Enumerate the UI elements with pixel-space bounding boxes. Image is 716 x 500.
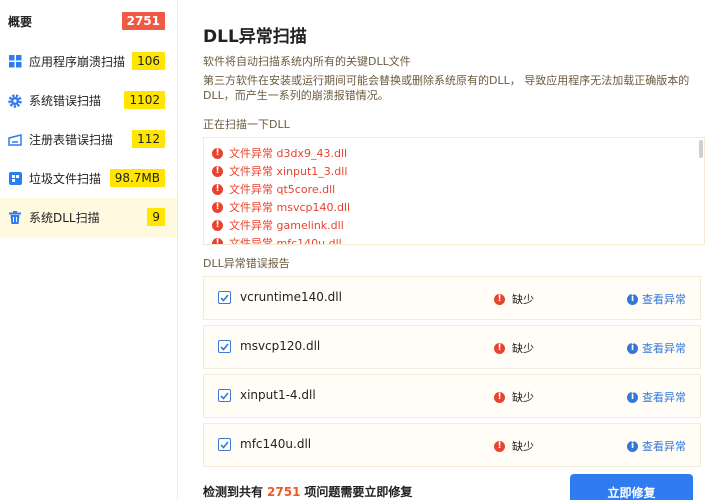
dll-name: vcruntime140.dll	[240, 290, 342, 304]
missing-status: ! 缺少	[494, 291, 534, 307]
grid-icon	[8, 55, 22, 69]
issue-summary: 检测到共有 2751 项问题需要立即修复	[203, 483, 412, 500]
error-icon: !	[212, 147, 223, 159]
report-row: mfc140u.dll ! 缺少 i 查看异常	[203, 423, 701, 467]
scan-log-item: ! 文件异常 gamelink.dll	[212, 216, 350, 234]
view-issue-label: 查看异常	[642, 342, 686, 355]
scan-log-box[interactable]: ! 文件异常 d3dx9_43.dll ! 文件异常 xinput1_3.dll…	[203, 137, 705, 245]
scan-log-prefix: 文件异常	[229, 201, 273, 214]
error-icon: !	[212, 237, 223, 244]
registry-count-badge: 112	[132, 130, 165, 148]
view-issue-label: 查看异常	[642, 293, 686, 306]
error-icon: !	[212, 201, 223, 213]
missing-label: 缺少	[512, 342, 534, 355]
view-issue-link[interactable]: i 查看异常	[627, 291, 686, 307]
view-issue-label: 查看异常	[642, 391, 686, 404]
sidebar-item-system-dll[interactable]: 系统DLL扫描 9	[0, 198, 177, 237]
summary-prefix: 检测到共有	[203, 485, 264, 499]
row-checkbox[interactable]	[218, 291, 231, 304]
overview-count-badge: 2751	[121, 12, 165, 30]
sidebar: 概要 2751 应用程序崩溃扫描 106 系统错误扫描 1102 注册表错误扫描…	[0, 0, 178, 500]
summary-suffix: 项问题需要立即修复	[304, 485, 413, 499]
app-crash-count-badge: 106	[132, 52, 165, 70]
sidebar-item-system-error[interactable]: 系统错误扫描 1102	[0, 81, 177, 120]
scan-log-prefix: 文件异常	[229, 219, 273, 232]
view-issue-link[interactable]: i 查看异常	[627, 389, 686, 405]
scan-log-item: ! 文件异常 d3dx9_43.dll	[212, 144, 350, 162]
scan-log-prefix: 文件异常	[229, 165, 273, 178]
system-error-count-badge: 1102	[124, 91, 165, 109]
report-row: vcruntime140.dll ! 缺少 i 查看异常	[203, 276, 701, 320]
system-dll-count-badge: 9	[147, 208, 165, 226]
scan-log-file: mfc140u.dll	[276, 236, 342, 245]
scan-log-file: xinput1_3.dll	[276, 164, 348, 178]
scan-log-prefix: 文件异常	[229, 183, 273, 196]
scan-log-item: ! 文件异常 xinput1_3.dll	[212, 162, 350, 180]
error-icon: !	[494, 391, 505, 403]
scan-log-item: ! 文件异常 mfc140u.dll	[212, 234, 350, 245]
scrollbar-thumb[interactable]	[699, 140, 703, 158]
view-issue-link[interactable]: i 查看异常	[627, 340, 686, 356]
scan-log-list: ! 文件异常 d3dx9_43.dll ! 文件异常 xinput1_3.dll…	[212, 144, 350, 245]
description-line: 软件将自动扫描系统内所有的关键DLL文件	[203, 55, 411, 68]
scan-log-item: ! 文件异常 qt5core.dll	[212, 180, 350, 198]
page-title: DLL异常扫描	[203, 27, 307, 47]
main-panel: DLL异常扫描 软件将自动扫描系统内所有的关键DLL文件 第三方软件在安装或运行…	[178, 0, 716, 500]
error-icon: !	[212, 183, 223, 195]
info-icon: i	[627, 293, 638, 305]
registry-icon	[8, 133, 22, 147]
row-checkbox[interactable]	[218, 438, 231, 451]
junk-files-size-badge: 98.7MB	[109, 169, 165, 187]
info-icon: i	[627, 440, 638, 452]
error-icon: !	[494, 293, 505, 305]
row-checkbox[interactable]	[218, 389, 231, 402]
junk-icon	[8, 172, 22, 186]
missing-label: 缺少	[512, 391, 534, 404]
view-issue-link[interactable]: i 查看异常	[627, 438, 686, 454]
report-row: msvcp120.dll ! 缺少 i 查看异常	[203, 325, 701, 369]
sidebar-item-junk-files[interactable]: 垃圾文件扫描 98.7MB	[0, 159, 177, 198]
info-icon: i	[627, 391, 638, 403]
description-line: 第三方软件在安装或运行期间可能会替换或删除系统原有的DLL， 导致应用程序无法加…	[203, 74, 690, 102]
sidebar-item-app-crash[interactable]: 应用程序崩溃扫描 106	[0, 42, 177, 81]
scan-log-item: ! 文件异常 msvcp140.dll	[212, 198, 350, 216]
dll-name: msvcp120.dll	[240, 339, 321, 353]
trash-icon	[8, 211, 22, 225]
gear-icon	[8, 93, 22, 108]
scan-log-scrollbar[interactable]	[699, 140, 703, 242]
report-list: vcruntime140.dll ! 缺少 i 查看异常 msvcp120.dl…	[203, 276, 701, 472]
scan-log-file: gamelink.dll	[276, 218, 344, 232]
fix-now-button[interactable]: 立即修复	[570, 474, 693, 500]
scan-log-prefix: 文件异常	[229, 147, 273, 160]
description: 软件将自动扫描系统内所有的关键DLL文件 第三方软件在安装或运行期间可能会替换或…	[203, 54, 693, 107]
report-label: DLL异常错误报告	[203, 257, 290, 270]
missing-label: 缺少	[512, 440, 534, 453]
info-icon: i	[627, 342, 638, 354]
missing-status: ! 缺少	[494, 438, 534, 454]
scanning-label: 正在扫描一下DLL	[203, 118, 290, 131]
error-icon: !	[212, 165, 223, 177]
view-issue-label: 查看异常	[642, 440, 686, 453]
row-checkbox[interactable]	[218, 340, 231, 353]
error-icon: !	[212, 219, 223, 231]
missing-status: ! 缺少	[494, 389, 534, 405]
scan-log-file: msvcp140.dll	[276, 200, 351, 214]
scan-log-file: d3dx9_43.dll	[276, 146, 348, 160]
dll-name: mfc140u.dll	[240, 437, 312, 451]
sidebar-item-overview[interactable]: 概要 2751	[0, 0, 177, 42]
scan-log-prefix: 文件异常	[229, 237, 273, 245]
missing-status: ! 缺少	[494, 340, 534, 356]
dll-name: xinput1-4.dll	[240, 388, 316, 402]
error-icon: !	[494, 440, 505, 452]
scan-log-file: qt5core.dll	[276, 182, 336, 196]
sidebar-item-registry[interactable]: 注册表错误扫描 112	[0, 120, 177, 159]
report-row: xinput1-4.dll ! 缺少 i 查看异常	[203, 374, 701, 418]
error-icon: !	[494, 342, 505, 354]
issue-count: 2751	[267, 485, 301, 499]
missing-label: 缺少	[512, 293, 534, 306]
